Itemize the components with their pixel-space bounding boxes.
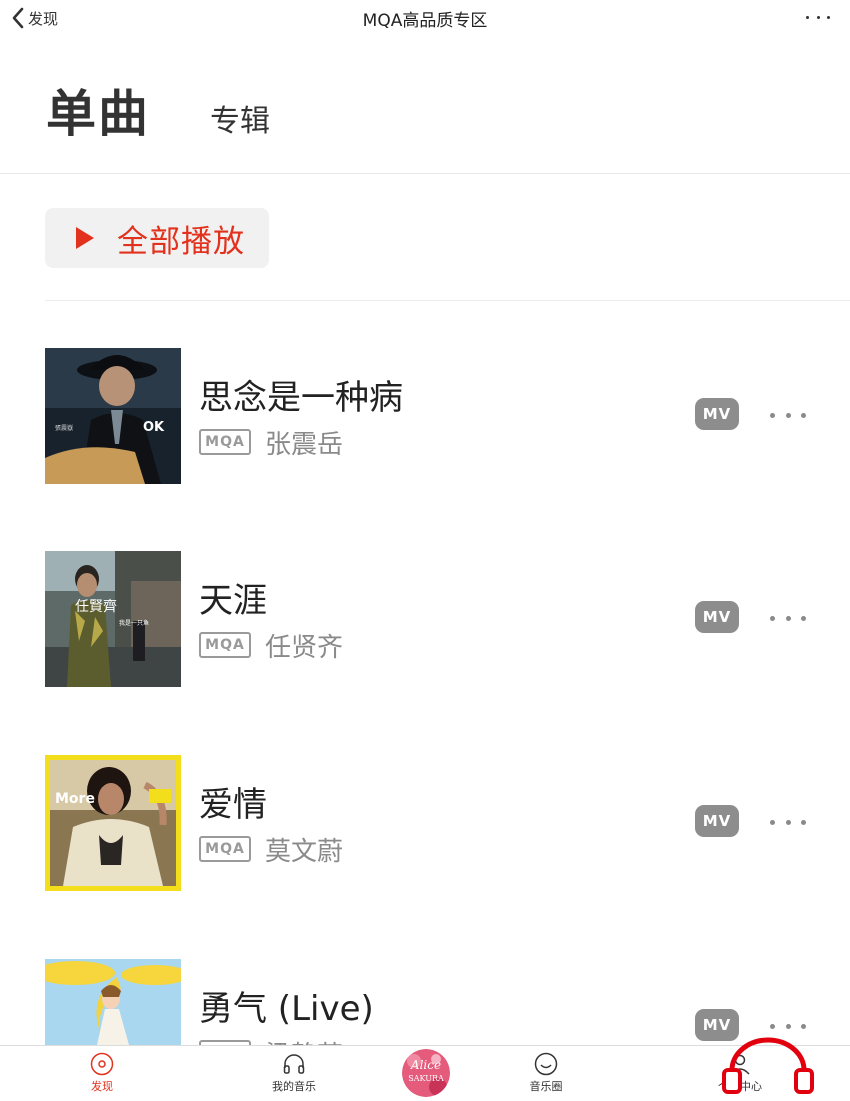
divider: [45, 300, 850, 301]
top-nav: 发现 MQA高品质专区: [0, 0, 850, 36]
more-icon[interactable]: [770, 1019, 806, 1033]
tab-label: 我的音乐: [272, 1080, 316, 1093]
mqa-badge: MQA: [199, 632, 251, 658]
song-row[interactable]: 任賢齊 我是一只鱼 天涯 MQA 任贤齐 MV: [0, 551, 850, 687]
mv-button[interactable]: MV: [695, 601, 739, 633]
tab-music-circle[interactable]: 音乐圈: [496, 1046, 596, 1101]
avatar-text: SAKURA: [408, 1074, 444, 1083]
svg-text:我是一只鱼: 我是一只鱼: [119, 619, 149, 627]
more-options-icon[interactable]: [806, 5, 830, 29]
svg-text:任賢齊: 任賢齊: [75, 598, 117, 615]
mv-button[interactable]: MV: [695, 398, 739, 430]
artist-name: 莫文蔚: [265, 836, 344, 867]
bottom-tab-bar: 发现 我的音乐 Alice SAKURA 音乐圈 个人中心: [0, 1045, 850, 1101]
song-meta: MQA 莫文蔚: [199, 835, 343, 867]
tab-albums[interactable]: 专辑: [210, 96, 270, 140]
song-meta: MQA 任贤齐: [199, 631, 343, 663]
song-title: 勇气 (Live): [199, 989, 374, 1029]
album-cover: More: [45, 755, 181, 891]
play-icon: [76, 227, 94, 249]
artist-name: 任贤齐: [265, 632, 344, 663]
play-all-button[interactable]: 全部播放: [45, 208, 269, 268]
song-row[interactable]: OK 張震嶽 思念是一种病 MQA 张震岳 MV: [0, 348, 850, 484]
song-title: 爱情: [199, 785, 267, 825]
segment-tabs: 单曲 专辑: [0, 60, 850, 170]
more-icon[interactable]: [770, 611, 806, 625]
more-icon[interactable]: [770, 815, 806, 829]
tab-my-music[interactable]: 我的音乐: [244, 1046, 344, 1101]
mqa-badge: MQA: [199, 836, 251, 862]
now-playing-avatar[interactable]: Alice SAKURA: [402, 1049, 450, 1097]
song-meta: MQA 张震岳: [199, 428, 343, 460]
divider: [0, 173, 850, 174]
disc-icon: [90, 1052, 114, 1076]
artist-name: 张震岳: [265, 429, 344, 460]
tab-discover[interactable]: 发现: [52, 1046, 152, 1101]
svg-text:張震嶽: 張震嶽: [55, 425, 73, 432]
tab-profile[interactable]: 个人中心: [690, 1046, 790, 1101]
svg-text:OK: OK: [143, 420, 165, 435]
avatar-text: Alice: [410, 1058, 442, 1072]
headphones-icon: [283, 1054, 305, 1074]
svg-text:More: More: [55, 791, 95, 807]
song-row[interactable]: More 爱情 MQA 莫文蔚 MV: [0, 755, 850, 891]
smile-icon: [534, 1052, 558, 1076]
mv-button[interactable]: MV: [695, 1009, 739, 1041]
mv-button[interactable]: MV: [695, 805, 739, 837]
album-cover: OK 張震嶽: [45, 348, 181, 484]
album-cover: 任賢齊 我是一只鱼: [45, 551, 181, 687]
play-all-label: 全部播放: [117, 223, 245, 260]
page-title: MQA高品质专区: [362, 11, 488, 31]
mqa-badge: MQA: [199, 429, 251, 455]
tab-label: 个人中心: [718, 1080, 762, 1093]
tab-label: 发现: [91, 1080, 113, 1093]
more-icon[interactable]: [770, 408, 806, 422]
tab-singles[interactable]: 单曲: [46, 74, 150, 146]
song-title: 天涯: [199, 581, 267, 621]
tab-label: 音乐圈: [529, 1080, 563, 1093]
song-title: 思念是一种病: [199, 378, 403, 418]
person-icon: [730, 1054, 750, 1075]
